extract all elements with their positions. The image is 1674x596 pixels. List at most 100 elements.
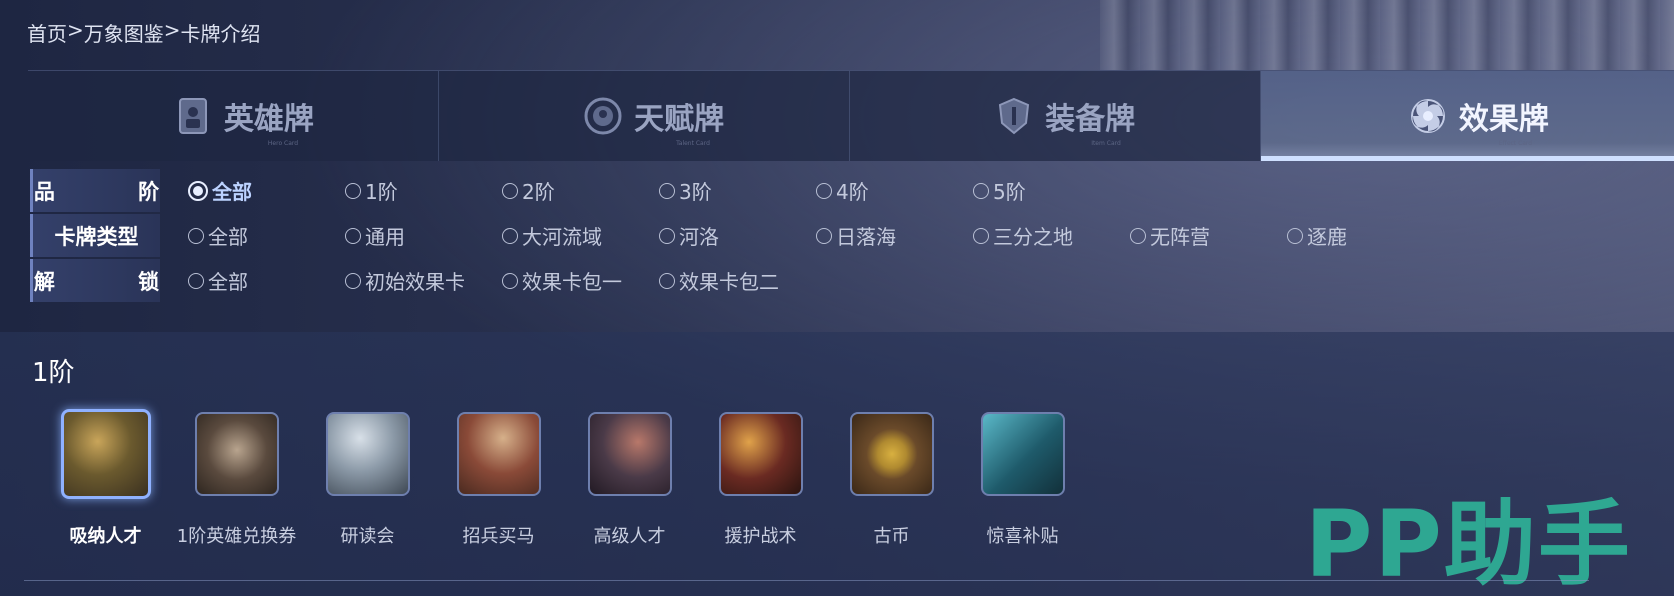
option-label: 日落海 [836,225,896,249]
card-name: 高级人才 [593,526,666,547]
radio-icon [973,182,989,199]
radio-icon [659,227,675,244]
card-name: 研读会 [340,526,395,547]
filter-option[interactable]: 逐鹿 [1287,221,1444,250]
filter-option[interactable]: 效果卡包一 [502,266,659,295]
tab-sublabel: Item Card [1091,140,1121,147]
option-label: 全部 [212,180,252,204]
tab-talent-card[interactable]: 天赋牌 Talent Card [439,71,850,161]
tab-label: 天赋牌 [634,102,725,137]
option-label: 全部 [208,270,248,294]
card-image [980,412,1065,496]
radio-icon [502,227,518,244]
option-label: 3阶 [679,180,712,204]
tab-effect-card[interactable]: 效果牌 Effect Card [1261,71,1674,161]
option-label: 无阵营 [1150,225,1210,249]
radio-icon [816,182,832,199]
radio-icon [345,182,361,199]
radio-icon [188,272,204,289]
card-item[interactable]: 高级人才 [564,412,695,548]
option-label: 大河流域 [522,225,602,249]
option-label: 效果卡包二 [679,270,779,294]
radio-icon [345,227,361,244]
tab-sublabel: Effect Card [1498,140,1533,147]
filter-option[interactable]: 5阶 [973,176,1130,205]
card-name: 1阶英雄兑换券 [176,526,297,547]
tab-hero-card[interactable]: 英雄牌 Hero Card [28,71,439,161]
filter-label-text: 卡牌类型 [54,224,139,249]
card-name: 招兵买马 [462,526,535,547]
option-label: 效果卡包一 [522,270,622,294]
filter-option[interactable]: 3阶 [659,176,816,205]
radio-icon [502,182,518,199]
radio-icon [345,272,361,289]
card-item[interactable]: 研读会 [302,412,433,548]
option-label: 4阶 [836,180,869,204]
filter-row-card-type: 卡牌类型 全部 通用 大河流域 河洛 日落海 三分之地 无阵营 逐鹿 [30,213,1674,258]
filter-label-text: 解 锁 [33,269,198,294]
filter-panel: 品 阶 全部 1阶 2阶 3阶 4阶 5阶 卡牌类型 全部 通用 大河流域 河洛… [30,168,1674,303]
radio-icon [1287,227,1303,244]
filter-row-unlock: 解 锁 全部 初始效果卡 效果卡包一 效果卡包二 [30,258,1674,303]
radio-icon [188,227,204,244]
filter-option[interactable]: 全部 [188,176,345,205]
watermark-logo: PP助手 [1305,491,1632,596]
tab-equipment-card[interactable]: 装备牌 Item Card [850,71,1261,161]
card-name: 吸纳人才 [69,526,142,547]
option-label: 河洛 [679,225,719,249]
card-item[interactable]: 惊喜补贴 [957,412,1088,548]
radio-icon [1130,227,1146,244]
card-image [849,412,934,496]
radio-icon [659,272,675,289]
filter-option[interactable]: 河洛 [659,221,816,250]
breadcrumb-separator: > [67,18,84,42]
tab-sublabel: Talent Card [676,140,710,147]
option-label: 2阶 [522,180,555,204]
card-image [60,409,151,499]
effect-card-icon [1410,99,1445,133]
card-item[interactable]: 招兵买马 [433,412,564,548]
filter-option[interactable]: 1阶 [345,176,502,205]
equipment-card-icon [999,97,1030,135]
hero-card-icon [178,98,207,134]
filter-option[interactable]: 大河流域 [502,221,659,250]
card-image [194,412,279,496]
radio-icon [502,272,518,289]
card-name: 惊喜补贴 [986,526,1059,547]
card-image [718,412,803,496]
breadcrumb-gallery[interactable]: 万象图鉴 [84,18,164,47]
breadcrumb-home[interactable]: 首页 [27,18,67,47]
radio-icon [816,227,832,244]
option-label: 通用 [365,225,405,249]
section-title: 1阶 [32,358,75,388]
filter-option[interactable]: 无阵营 [1130,221,1287,250]
filter-option[interactable]: 4阶 [816,176,973,205]
filter-label-unlock: 解 锁 [30,259,160,302]
card-item[interactable]: 吸纳人才 [40,409,171,548]
card-grid: 吸纳人才 1阶英雄兑换券 研读会 招兵买马 高级人才 援护战术 古币 惊喜补贴 [40,409,1088,548]
tab-label: 效果牌 [1458,102,1549,137]
breadcrumb-current: 卡牌介绍 [180,22,261,46]
tab-sublabel: Hero Card [267,140,299,147]
filter-option[interactable]: 效果卡包二 [659,266,816,295]
filter-option[interactable]: 全部 [188,266,345,295]
card-item[interactable]: 古币 [826,412,957,548]
card-item[interactable]: 1阶英雄兑换券 [171,412,302,548]
divider [24,580,1589,581]
filter-option[interactable]: 三分之地 [973,221,1130,250]
filter-option[interactable]: 日落海 [816,221,973,250]
filter-option[interactable]: 全部 [188,221,345,250]
option-label: 1阶 [365,180,398,204]
option-label: 三分之地 [993,225,1073,249]
tab-label: 装备牌 [1045,102,1136,137]
filter-option[interactable]: 初始效果卡 [345,266,502,295]
filter-option[interactable]: 2阶 [502,176,659,205]
filter-option[interactable]: 通用 [345,221,502,250]
card-name: 古币 [873,526,910,547]
filter-label-text: 品 阶 [33,179,198,204]
option-label: 5阶 [993,180,1026,204]
card-item[interactable]: 援护战术 [695,412,826,548]
option-label: 逐鹿 [1307,225,1347,249]
card-image [587,412,672,496]
filter-label-tier: 品 阶 [30,169,160,212]
